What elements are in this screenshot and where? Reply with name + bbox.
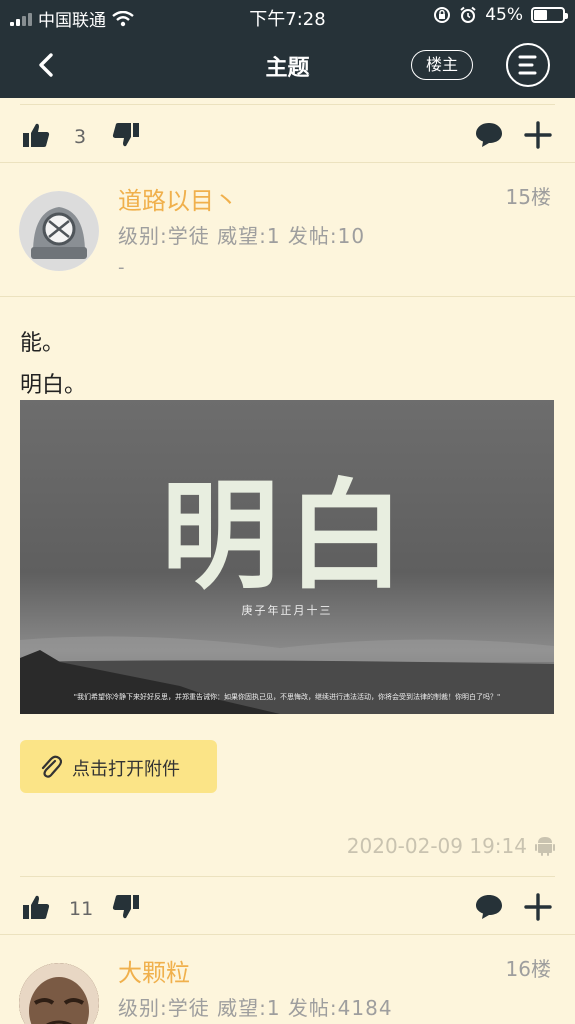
battery-percent: 45% [485,5,523,25]
author-signature: - [118,257,125,278]
attachment-label: 点击打开附件 [72,759,180,780]
post-image[interactable]: 明白 庚子年正月十三 "我们希望你冷静下来好好反思，并郑重告诫你：如果你固执己见… [20,400,554,714]
nav-bar: 主题 楼主 [0,32,575,98]
like-count: 11 [69,898,94,920]
post-text-line: 能。 [20,331,65,356]
open-attachment-button[interactable]: 点击打开附件 [20,740,217,793]
paperclip-icon [41,755,62,778]
dislike-button[interactable] [112,893,140,921]
post-actions: 11 [0,877,575,937]
post-text-line: 明白。 [20,373,87,398]
like-button[interactable] [22,893,50,921]
avatar[interactable] [19,191,99,271]
face-avatar [19,963,99,1024]
menu-button[interactable] [506,43,550,87]
image-quote: "我们希望你冷静下来好好反思，并郑重告诫你：如果你固执己见，不思悔改，继续进行违… [73,693,501,701]
author-meta: 级别:学徒 威望:1 发帖:10 [118,224,366,248]
divider [0,162,575,163]
comment-button[interactable] [474,893,504,921]
author-meta: 级别:学徒 威望:1 发帖:4184 [118,996,393,1020]
add-button[interactable] [524,121,552,149]
battery-icon [531,7,568,23]
rotation-lock-icon [434,7,451,23]
diving-helmet-avatar [19,191,99,271]
dislike-button[interactable] [112,121,140,149]
comment-button[interactable] [474,121,504,149]
author-name[interactable]: 道路以目丶 [118,181,238,216]
owner-only-button[interactable]: 楼主 [411,50,473,80]
divider [0,296,575,297]
divider [0,934,575,935]
post-actions: 3 [0,105,575,165]
menu-icon [518,55,537,75]
post-timestamp: 2020-02-09 19:14 [346,834,527,858]
add-button[interactable] [524,893,552,921]
floor-number: 15楼 [505,185,551,209]
floor-number: 16楼 [505,957,551,981]
status-bar: 中国联通 下午7:28 45% [0,0,575,32]
page-title: 主题 [265,56,310,81]
like-count: 3 [74,126,87,148]
avatar[interactable] [19,963,99,1024]
image-date-text: 庚子年正月十三 [241,604,333,617]
like-button[interactable] [22,121,50,149]
author-name[interactable]: 大颗粒 [118,953,190,988]
alarm-icon [460,6,476,23]
android-icon [535,837,555,856]
back-button[interactable] [30,48,64,82]
image-headline: 明白 [160,467,413,605]
